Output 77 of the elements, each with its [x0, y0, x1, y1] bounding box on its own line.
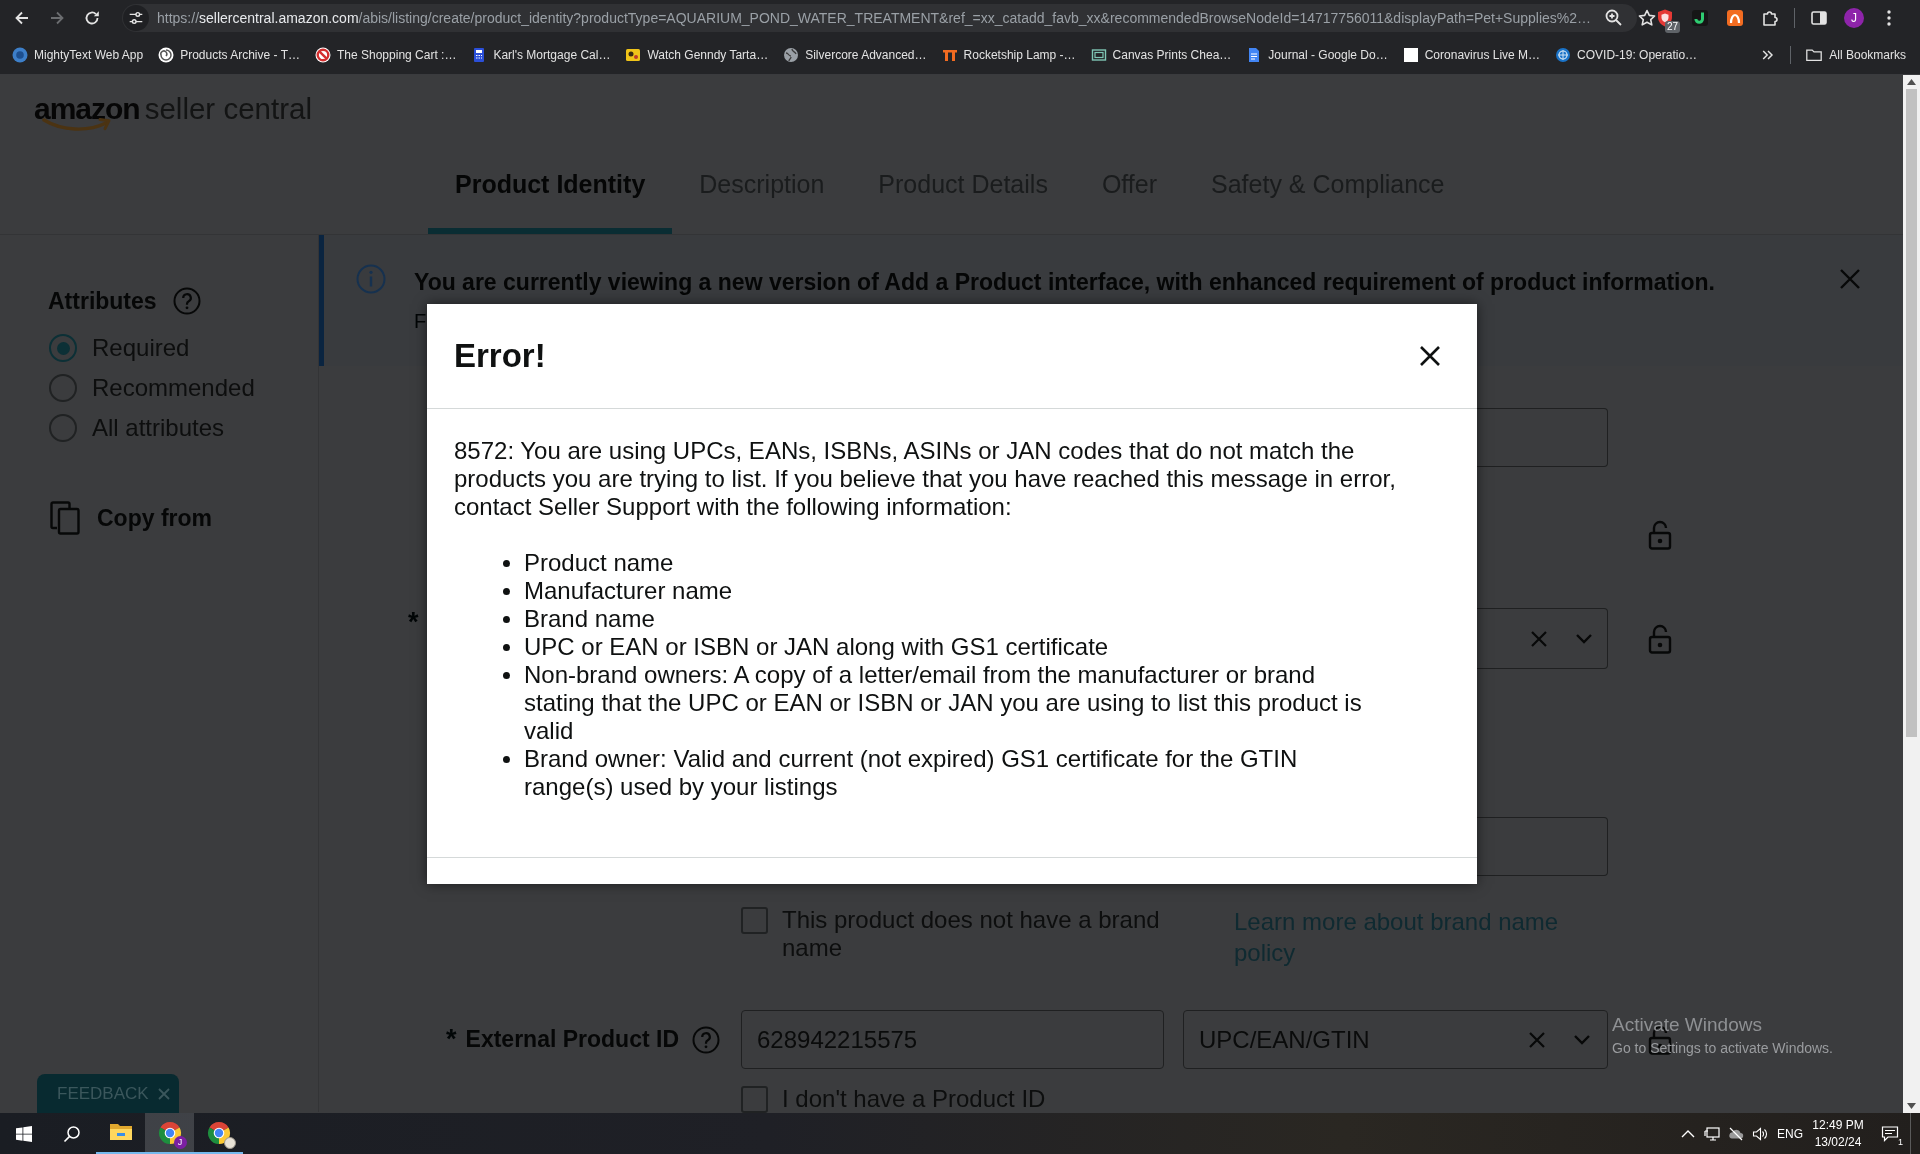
round-logo-icon — [12, 47, 28, 63]
tile-logo-icon[interactable] — [1725, 8, 1745, 28]
site-info-button[interactable] — [123, 5, 149, 31]
bookmark-item[interactable]: Journal - Google Do… — [1246, 47, 1388, 63]
radio-button[interactable] — [49, 414, 77, 442]
address-url[interactable]: https://sellercentral.amazon.com/abis/listing/create/product_identity?productType=AQUARIUM_POND_WATER_TREATMENT&ref_=xx_catadd_favb_xx&recommendedBrowseNodeId=14717756011&displayPath=Pet+Supplies%2… — [157, 10, 1592, 26]
bullet-icon — [503, 672, 510, 679]
clock-date[interactable]: 13/02/24 — [1808, 1133, 1868, 1151]
smile-arrow-icon — [42, 117, 112, 131]
cloud-off-icon[interactable] — [1728, 1125, 1744, 1142]
banner-message: You are currently viewing a new version of Add a Product interface, with enhanced requirement of product information. — [414, 268, 1716, 297]
browser-logo-icon — [206, 1120, 231, 1145]
bullet-icon — [503, 756, 510, 763]
bookmark-item[interactable]: Coronavirus Live M… — [1402, 47, 1541, 63]
close-icon[interactable] — [1419, 345, 1441, 367]
bullet-icon — [503, 616, 510, 623]
taskbar-app-button[interactable]: J — [145, 1113, 194, 1154]
copy-icon — [50, 501, 80, 535]
bookmark-item[interactable]: Silvercore Advanced… — [783, 47, 927, 63]
bullet-icon — [503, 644, 510, 651]
prohibited-sign-icon — [315, 47, 331, 63]
folder-icon — [1805, 46, 1824, 64]
speaker-icon[interactable] — [1752, 1125, 1768, 1142]
scroll-down-arrow-icon[interactable] — [1907, 1103, 1916, 1109]
bookmark-star-icon[interactable] — [1637, 8, 1658, 28]
bullet-icon — [503, 560, 510, 567]
all-bookmarks-button[interactable]: All Bookmarks — [1805, 46, 1906, 64]
scroll-up-arrow-icon[interactable] — [1907, 79, 1916, 85]
arch-icon — [941, 47, 958, 63]
network-icon[interactable] — [1704, 1125, 1720, 1142]
clock-time[interactable]: 12:49 PM — [1808, 1116, 1868, 1134]
field-label: External Product ID — [465, 1026, 679, 1053]
globe-icon — [783, 47, 800, 63]
profile-avatar[interactable]: J — [1844, 8, 1864, 28]
globe-emblem-icon — [1555, 47, 1572, 63]
hook-logo-icon[interactable] — [1690, 8, 1710, 28]
list-item-text: UPC or EAN or ISBN or JAN along with GS1 certificate — [524, 633, 1110, 661]
list-item-text: Product name — [524, 549, 675, 577]
dialog-title: Error! — [454, 336, 546, 376]
checkbox[interactable] — [741, 907, 768, 934]
info-icon — [356, 264, 386, 294]
picture-tile-icon — [625, 47, 642, 63]
notification-count: 1 — [1898, 1136, 1903, 1147]
activation-title: Activate Windows — [1612, 1013, 1763, 1037]
browser-logo-icon — [157, 1120, 182, 1145]
side-panel-icon[interactable] — [1809, 8, 1829, 28]
bullet-icon — [503, 588, 510, 595]
list-item-text: Brand owner: Valid and current (not expired) GS1 certificate for the GTIN range(s) used by your listings — [524, 745, 1299, 801]
scrollbar-thumb[interactable] — [1906, 89, 1917, 737]
start-logo-icon[interactable] — [16, 1125, 32, 1142]
blank-square-icon — [1402, 47, 1419, 63]
bookmark-item[interactable]: COVID-19: Operatio… — [1555, 47, 1698, 63]
swirl-icon — [158, 47, 175, 63]
input-language[interactable]: ENG — [1772, 1126, 1808, 1141]
bookmark-item[interactable]: The Shopping Cart :… — [315, 47, 457, 63]
bookmark-item[interactable]: MightyText Web App — [12, 47, 144, 63]
required-mark: * — [446, 1026, 457, 1053]
activation-hint: Go to Settings to activate Windows. — [1612, 1039, 1833, 1057]
extension-badge: 27 — [1664, 21, 1680, 33]
bookmark-item[interactable]: Products Archive - T… — [158, 47, 300, 63]
puzzle-piece-icon[interactable] — [1760, 8, 1780, 28]
search-icon[interactable] — [63, 1124, 81, 1143]
section-title: Attributes — [48, 287, 157, 315]
required-mark: * — [408, 609, 419, 636]
error-message: 8572: You are using UPCs, EANs, ISBNs, ASINs or JAN codes that do not match the products you are trying to list. If you believe that you have reached this message in error, contact Seller Support with the following information: — [454, 437, 1397, 521]
radio-button[interactable] — [49, 374, 77, 402]
bookmark-item[interactable]: Watch Genndy Tarta… — [625, 47, 769, 63]
bookmark-item[interactable]: Rocketship Lamp -… — [941, 47, 1076, 63]
bookmark-item[interactable]: Karl's Mortgage Cal… — [471, 47, 611, 63]
bookmark-item[interactable]: Canvas Prints Chea… — [1090, 47, 1232, 63]
sliders-icon — [127, 9, 145, 27]
list-item-text: Manufacturer name — [524, 577, 734, 605]
picture-frame-icon — [1090, 47, 1107, 63]
notification-icon[interactable] — [1881, 1124, 1899, 1143]
list-item-text: Non-brand owners: A copy of a letter/email from the manufacturer or brand stating that the UPC or EAN or ISBN or JAN you are using to list this product is valid — [524, 661, 1363, 745]
list-item-text: Brand name — [524, 605, 656, 633]
radio-button[interactable] — [49, 334, 77, 362]
